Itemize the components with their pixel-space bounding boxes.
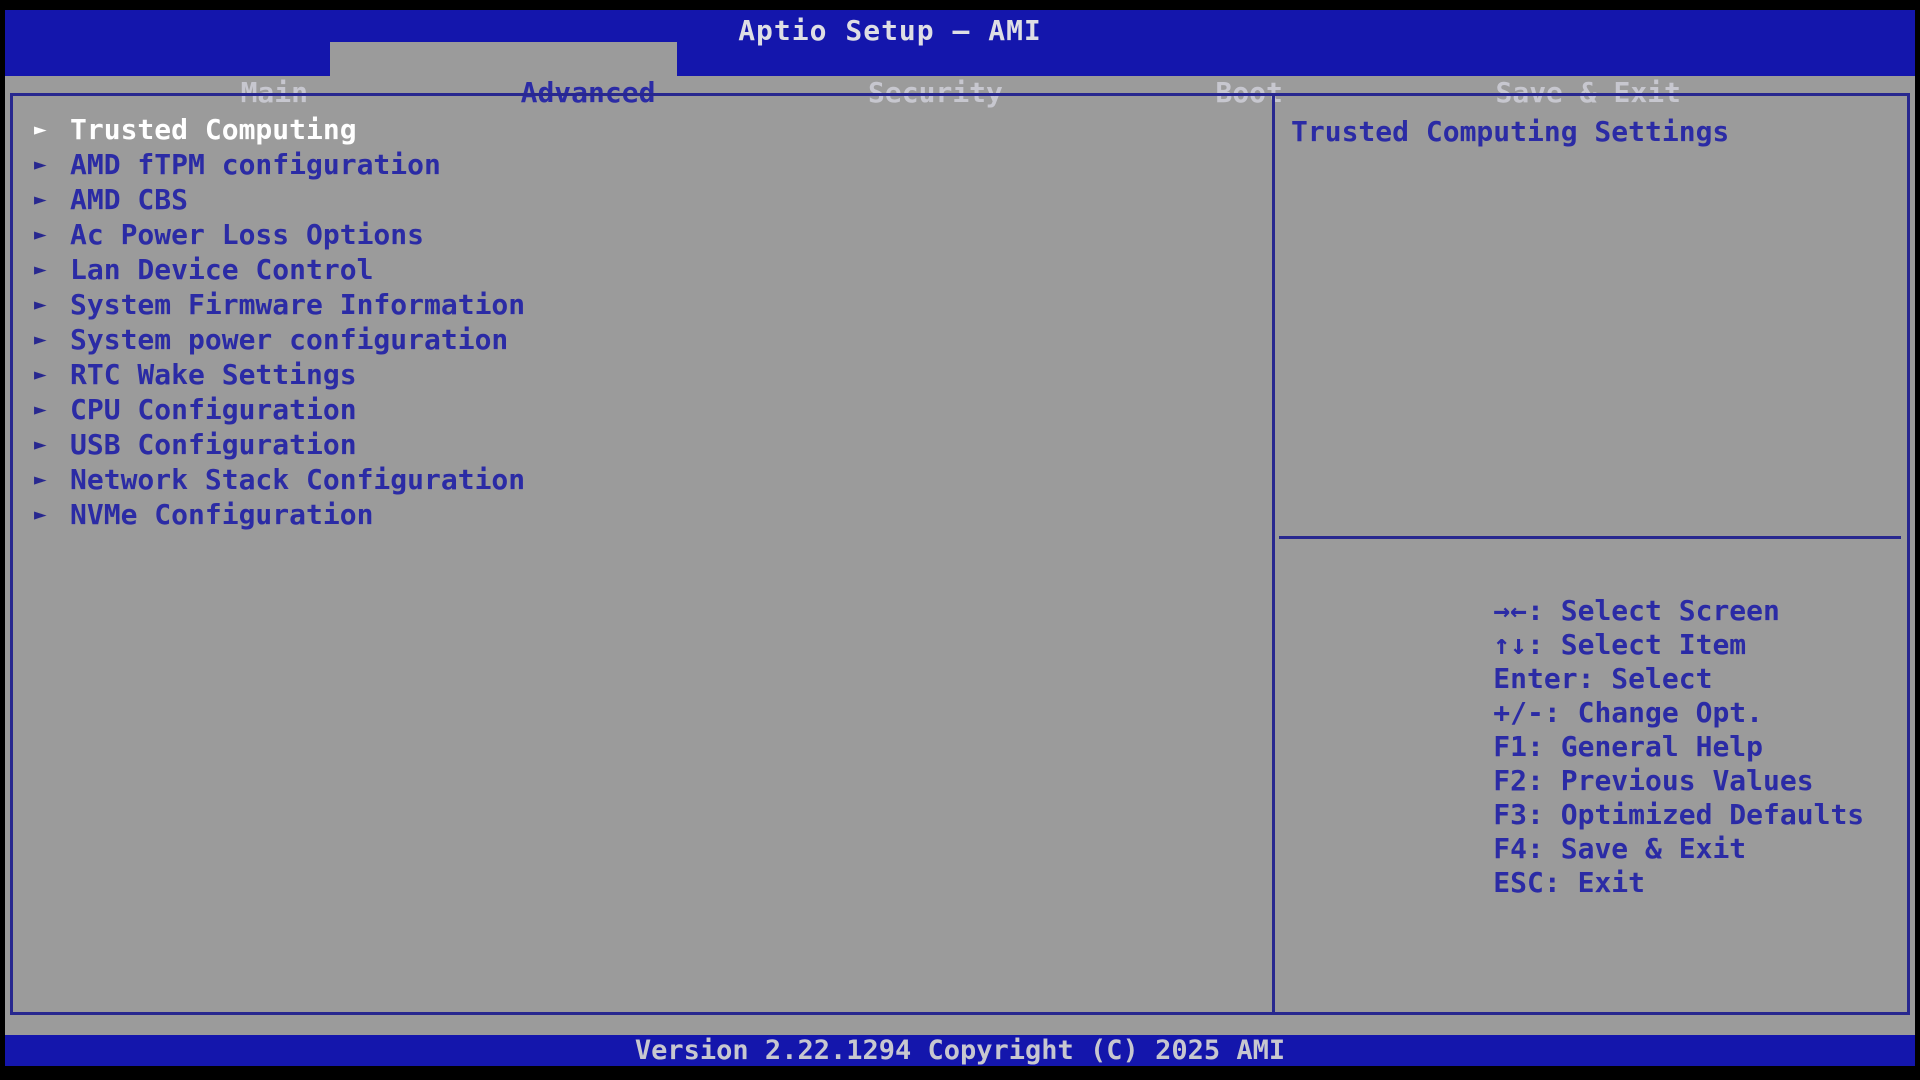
key-hints: →←: Select Screen ↑↓: Select Item Enter:… — [1291, 560, 1903, 899]
menu-item[interactable]: ► System Firmware Information — [34, 287, 1272, 322]
menu-item-label: Lan Device Control — [70, 253, 374, 286]
menu-item-label: System Firmware Information — [70, 288, 526, 321]
bios-screen: Aptio Setup – AMI Main Advanced Security… — [5, 10, 1915, 1066]
key-hint-label: →←: Select Screen — [1493, 594, 1780, 627]
submenu-arrow-icon: ► — [34, 292, 47, 316]
submenu-arrow-icon: ► — [34, 467, 47, 491]
help-pane: Trusted Computing Settings →←: Select Sc… — [1275, 96, 1907, 1012]
menu-item[interactable]: ► Trusted Computing — [34, 112, 1272, 147]
menu-item[interactable]: ► CPU Configuration — [34, 392, 1272, 427]
key-hint-label: F4: Save & Exit — [1493, 832, 1747, 865]
item-help-text: Trusted Computing Settings — [1291, 115, 1730, 148]
submenu-arrow-icon: ► — [34, 327, 47, 351]
key-hint-label: +/-: Change Opt. — [1493, 696, 1764, 729]
menu-item[interactable]: ► Network Stack Configuration — [34, 462, 1272, 497]
key-hint-label: ESC: Exit — [1493, 866, 1646, 899]
menu-item-label: System power configuration — [70, 323, 509, 356]
menu-item-label: AMD CBS — [70, 183, 189, 216]
menu-item[interactable]: ► USB Configuration — [34, 427, 1272, 462]
menu-tab[interactable]: Advanced — [330, 42, 678, 109]
menu-item-label: NVMe Configuration — [70, 498, 374, 531]
submenu-arrow-icon: ► — [34, 502, 47, 526]
menu-tab[interactable]: Boot — [1025, 42, 1305, 109]
menu-tab[interactable]: Security — [677, 42, 1024, 109]
menu-tab[interactable]: Save & Exit — [1305, 42, 1703, 109]
submenu-arrow-icon: ► — [34, 432, 47, 456]
menu-item-label: RTC Wake Settings — [70, 358, 357, 391]
main-panels: ► Trusted Computing ► AMD fTPM configura… — [10, 93, 1910, 1015]
version-text: Version 2.22.1294 Copyright (C) 2025 AMI — [634, 1035, 1286, 1066]
key-hint-label: F2: Previous Values — [1493, 764, 1814, 797]
menu-item-label: USB Configuration — [70, 428, 357, 461]
footer-bar: Version 2.22.1294 Copyright (C) 2025 AMI — [5, 1035, 1915, 1066]
submenu-arrow-icon: ► — [34, 397, 47, 421]
menu-item[interactable]: ► Ac Power Loss Options — [34, 217, 1272, 252]
submenu-arrow-icon: ► — [34, 187, 47, 211]
menu-tab-bar: Main Advanced Security Boot Save & Exit — [50, 42, 1703, 109]
menu-item-label: Ac Power Loss Options — [70, 218, 425, 251]
submenu-arrow-icon: ► — [34, 362, 47, 386]
menu-item-label: AMD fTPM configuration — [70, 148, 441, 181]
key-hint-label: Enter: Select — [1493, 662, 1713, 695]
title-bar: Aptio Setup – AMI Main Advanced Security… — [5, 10, 1915, 109]
menu-item[interactable]: ► AMD CBS — [34, 182, 1272, 217]
menu-item-label: Network Stack Configuration — [70, 463, 526, 496]
settings-list-pane: ► Trusted Computing ► AMD fTPM configura… — [13, 96, 1275, 1012]
key-hint: →←: Select Screen — [1291, 560, 1903, 627]
settings-menu: ► Trusted Computing ► AMD fTPM configura… — [13, 96, 1272, 532]
menu-item-label: CPU Configuration — [70, 393, 357, 426]
key-hint-label: ↑↓: Select Item — [1493, 628, 1747, 661]
submenu-arrow-icon: ► — [34, 152, 47, 176]
key-hint-label: F3: Optimized Defaults — [1493, 798, 1865, 831]
menu-item[interactable]: ► NVMe Configuration — [34, 497, 1272, 532]
submenu-arrow-icon: ► — [34, 257, 47, 281]
menu-item-label: Trusted Computing — [70, 113, 357, 146]
submenu-arrow-icon: ► — [34, 222, 47, 246]
menu-item[interactable]: ► AMD fTPM configuration — [34, 147, 1272, 182]
key-hint-label: F1: General Help — [1493, 730, 1764, 763]
menu-tab[interactable]: Main — [50, 42, 330, 109]
help-pane-divider — [1279, 536, 1901, 539]
menu-item[interactable]: ► RTC Wake Settings — [34, 357, 1272, 392]
submenu-arrow-icon: ► — [34, 117, 47, 141]
menu-item[interactable]: ► Lan Device Control — [34, 252, 1272, 287]
menu-item[interactable]: ► System power configuration — [34, 322, 1272, 357]
